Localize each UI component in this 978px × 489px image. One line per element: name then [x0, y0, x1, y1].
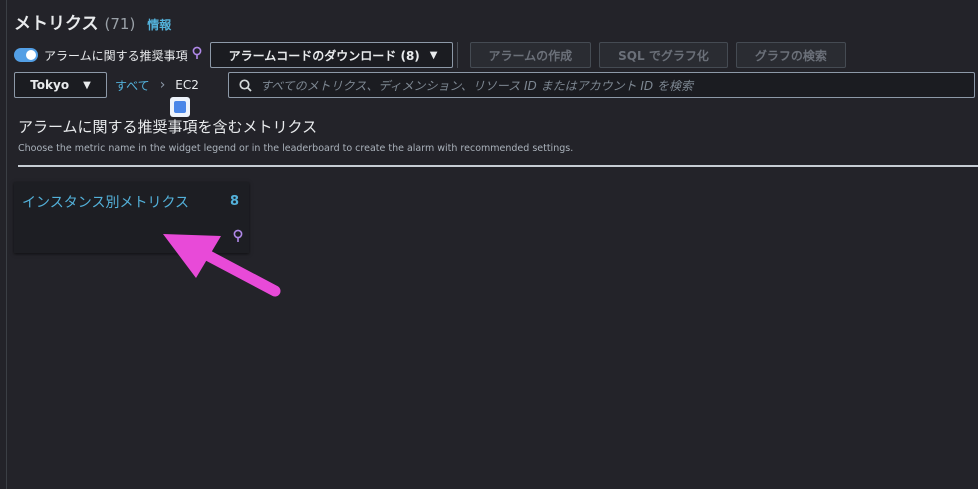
arrow-annotation	[163, 234, 281, 297]
